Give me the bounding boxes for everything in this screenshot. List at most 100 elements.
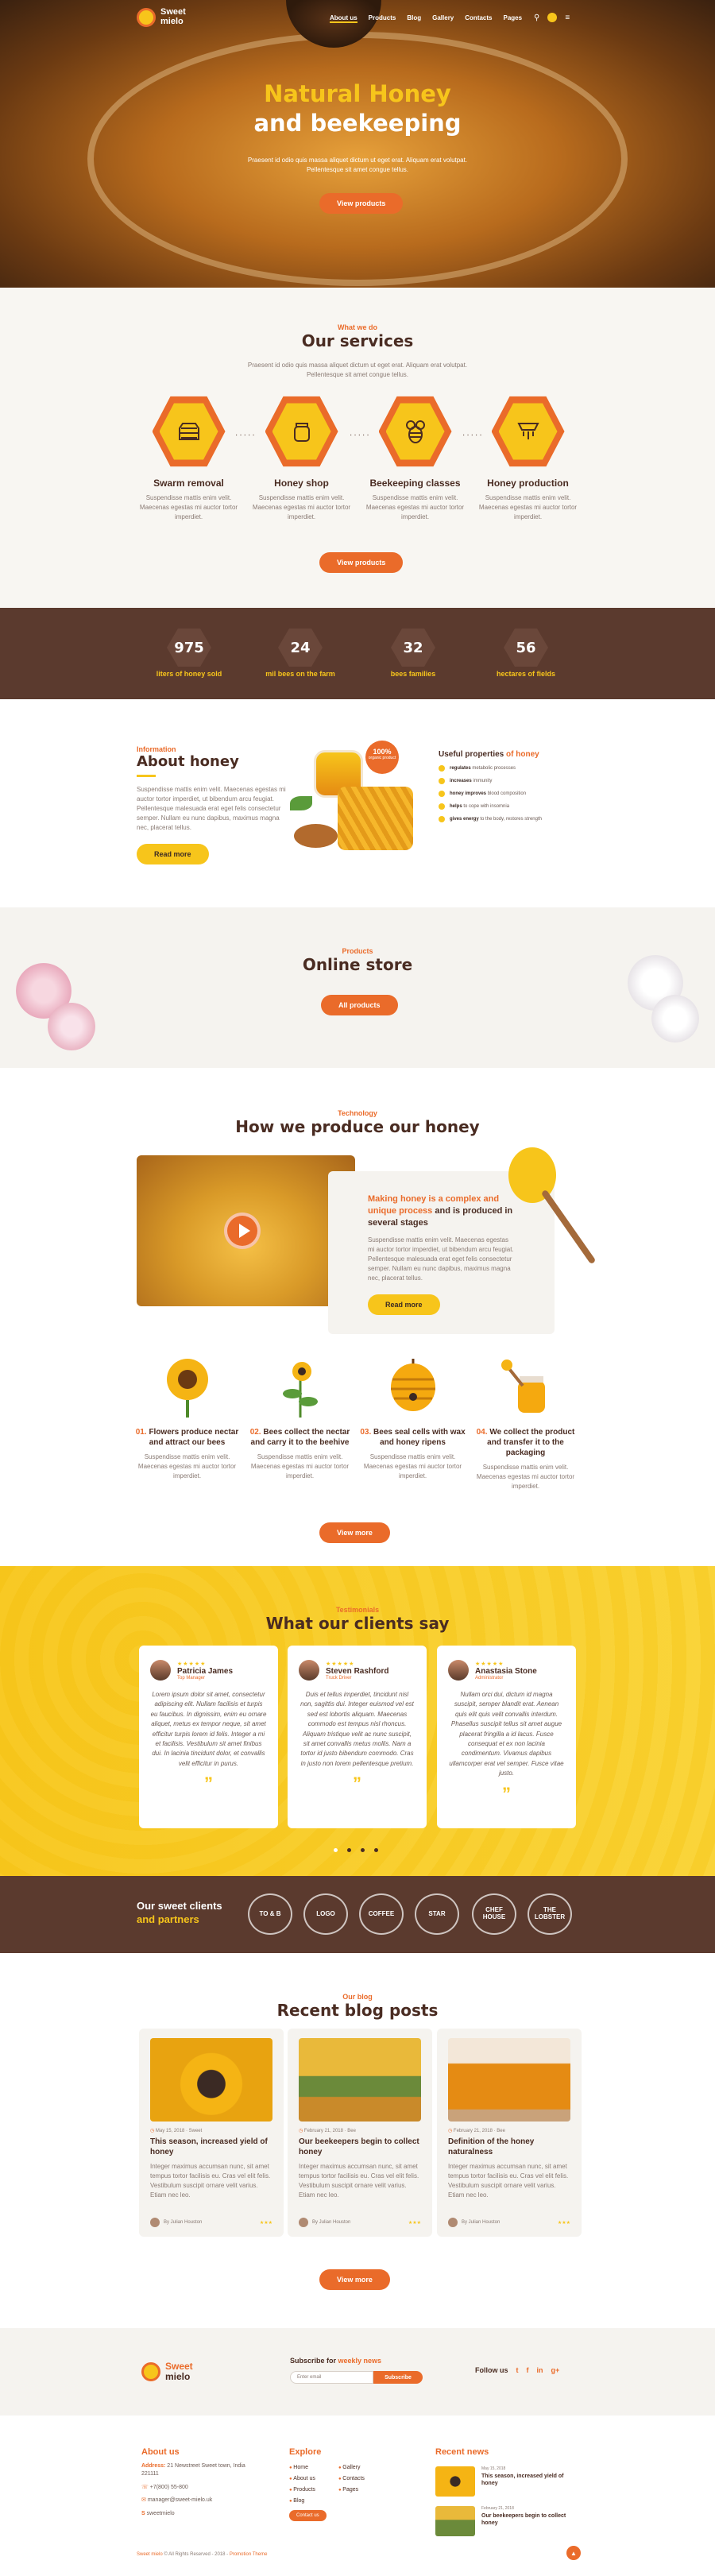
carousel-dot[interactable] xyxy=(374,1848,378,1852)
stat-item: 975 liters of honey sold xyxy=(149,629,229,678)
partner-logo[interactable]: LOGO xyxy=(303,1893,348,1935)
subscribe-title: Subscribe for xyxy=(290,2357,337,2365)
footer-phone[interactable]: +7(800) 55-800 xyxy=(150,2485,188,2490)
play-icon[interactable] xyxy=(224,1213,261,1249)
testimonial-name: Steven Rashford xyxy=(326,1666,389,1676)
logo-mark-icon xyxy=(137,8,156,27)
news-thumbnail xyxy=(435,2506,475,2536)
news-title[interactable]: Our beekeepers begin to collect honey xyxy=(481,2512,578,2527)
copyright-brand[interactable]: Sweet mielo xyxy=(137,2552,163,2557)
post-category[interactable]: Bee xyxy=(497,2129,505,2133)
subscribe-button[interactable]: Subscribe xyxy=(373,2371,423,2384)
produce-view-more-button[interactable]: View more xyxy=(319,1522,390,1543)
service-card[interactable]: Honey production Suspendisse mattis enim… xyxy=(474,395,582,522)
site-logo[interactable]: Sweet mielo xyxy=(137,8,186,27)
address-label: Address: xyxy=(141,2463,166,2469)
blog-post-card[interactable]: ◷ February 21, 2018 · Bee Our beekeepers… xyxy=(288,2029,432,2237)
google-plus-icon[interactable]: g+ xyxy=(551,2366,560,2374)
stat-label: liters of honey sold xyxy=(156,670,222,678)
carousel-dot[interactable] xyxy=(347,1848,351,1852)
service-card[interactable]: Honey shop Suspendisse mattis enim velit… xyxy=(248,395,355,522)
testimonial-card: ★★★★★ Anastasia Stone Administrator Null… xyxy=(437,1646,576,1828)
back-to-top-icon[interactable]: ▲ xyxy=(566,2546,581,2560)
hero-section: Sweet mielo About us Products Blog Galle… xyxy=(0,0,715,288)
footer-link[interactable]: Products xyxy=(289,2487,338,2493)
post-category[interactable]: Sweet xyxy=(189,2129,203,2133)
partners-title-line1: Our sweet clients xyxy=(137,1900,222,1912)
carousel-dot[interactable] xyxy=(334,1848,338,1852)
partner-logo[interactable]: STAR xyxy=(415,1893,459,1935)
check-icon xyxy=(439,778,445,784)
testimonial-role: Top Manager xyxy=(177,1675,206,1681)
partner-logo[interactable]: COFFEE xyxy=(359,1893,404,1935)
about-section: Information About honey Suspendisse matt… xyxy=(0,699,715,907)
all-products-button[interactable]: All products xyxy=(321,995,398,1015)
nav-item-pages[interactable]: Pages xyxy=(504,14,523,23)
twitter-icon[interactable]: t xyxy=(516,2366,519,2374)
blog-section: Our blog Recent blog posts ◷ May 15, 201… xyxy=(0,1953,715,2328)
post-title[interactable]: Our beekeepers begin to collect honey xyxy=(299,2137,421,2157)
about-read-more-button[interactable]: Read more xyxy=(137,844,209,864)
step-number: 03. xyxy=(360,1428,372,1437)
subscribe-form: Subscribe for weekly news Enter email Su… xyxy=(290,2357,441,2384)
footer-link[interactable]: Home xyxy=(289,2465,338,2470)
recent-news-item[interactable]: February 21, 2018 Our beekeepers begin to… xyxy=(435,2506,578,2536)
services-section: What we do Our services Praesent id odio… xyxy=(0,288,715,608)
blog-post-card[interactable]: ◷ February 21, 2018 · Bee Definition of … xyxy=(437,2029,582,2237)
menu-icon[interactable]: ≡ xyxy=(565,14,570,22)
facebook-icon[interactable]: f xyxy=(527,2366,529,2374)
contact-us-button[interactable]: Contact us xyxy=(289,2510,327,2521)
footer-email[interactable]: manager@sweet-mielo.uk xyxy=(148,2497,212,2503)
blog-title: Recent blog posts xyxy=(276,2001,439,2020)
blog-post-card[interactable]: ◷ May 15, 2018 · Sweet This season, incr… xyxy=(139,2029,284,2237)
honey-video[interactable] xyxy=(137,1155,355,1306)
rating-stars-icon: ★★★★★ xyxy=(475,1661,504,1667)
news-date: February 21, 2018 xyxy=(481,2506,514,2511)
nav-item-blog[interactable]: Blog xyxy=(407,14,421,23)
phone-icon: ☏ xyxy=(141,2484,149,2490)
check-icon xyxy=(439,816,445,822)
process-read-more-button[interactable]: Read more xyxy=(368,1294,440,1315)
property-item: regulates metabolic processes xyxy=(439,765,582,772)
carousel-dot[interactable] xyxy=(361,1848,365,1852)
hero-title-line1: Natural Honey xyxy=(264,80,451,107)
footer-link[interactable]: Gallery xyxy=(338,2465,388,2470)
post-title[interactable]: This season, increased yield of honey xyxy=(150,2137,272,2157)
flower-decoration xyxy=(48,1003,95,1050)
footer: About us Address: 21 Newstreet Sweet tow… xyxy=(0,2415,715,2576)
nav-item-gallery[interactable]: Gallery xyxy=(432,14,454,23)
search-icon[interactable]: ⚲ xyxy=(534,14,539,22)
blog-view-more-button[interactable]: View more xyxy=(319,2269,390,2290)
news-title[interactable]: This season, increased yield of honey xyxy=(481,2473,578,2487)
post-title[interactable]: Definition of the honey naturalness xyxy=(448,2137,570,2157)
post-date-icon: ◷ xyxy=(448,2129,453,2133)
copyright-theme[interactable]: Promotion Theme xyxy=(230,2552,268,2557)
email-field[interactable]: Enter email xyxy=(290,2371,373,2384)
service-card[interactable]: Swarm removal Suspendisse mattis enim ve… xyxy=(135,395,242,522)
partner-logo[interactable]: THE LOBSTER xyxy=(528,1893,572,1935)
post-author: By Julian Houston xyxy=(164,2220,203,2225)
produce-section: Technology How we produce our honey Maki… xyxy=(0,1068,715,1566)
post-category[interactable]: Bee xyxy=(347,2129,356,2133)
nav-item-contacts[interactable]: Contacts xyxy=(465,14,492,23)
footer-skype[interactable]: sweetmielo xyxy=(147,2511,175,2516)
hero-view-products-button[interactable]: View products xyxy=(319,193,404,214)
stats-section: 975 liters of honey sold 24 mil bees on … xyxy=(0,608,715,699)
service-text: Suspendisse mattis enim velit. Maecenas … xyxy=(139,494,238,520)
linkedin-icon[interactable]: in xyxy=(537,2366,543,2374)
footer-link[interactable]: About us xyxy=(289,2476,338,2481)
nav-item-products[interactable]: Products xyxy=(369,14,396,23)
process-step: 04. We collect the product and transfer … xyxy=(472,1354,579,1491)
partner-logo[interactable]: CHEF HOUSE xyxy=(472,1893,516,1935)
footer-link[interactable]: Contacts xyxy=(338,2476,388,2481)
nav-item-about[interactable]: About us xyxy=(330,14,358,23)
footer-link[interactable]: Blog xyxy=(289,2498,338,2504)
partner-logo[interactable]: TO & B xyxy=(248,1893,292,1935)
cart-icon[interactable] xyxy=(547,13,558,22)
honey-product-image: 100% organic product xyxy=(290,741,421,868)
services-view-products-button[interactable]: View products xyxy=(319,552,404,573)
service-card[interactable]: Beekeeping classes Suspendisse mattis en… xyxy=(361,395,469,522)
recent-news-item[interactable]: May 15, 2018 This season, increased yield… xyxy=(435,2466,578,2497)
footer-logo[interactable]: Sweet mielo xyxy=(141,2361,193,2381)
footer-link[interactable]: Pages xyxy=(338,2487,388,2493)
